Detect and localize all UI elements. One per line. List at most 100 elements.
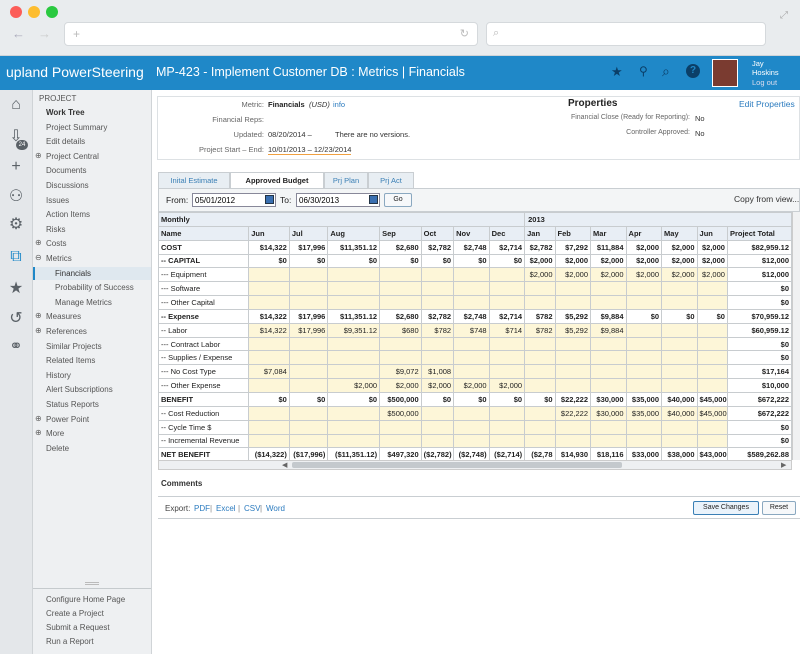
editable-cell[interactable]: $782 [420, 322, 455, 338]
editable-cell[interactable] [696, 378, 728, 393]
editable-cell[interactable] [420, 336, 455, 352]
editable-cell[interactable] [554, 281, 592, 297]
editable-cell[interactable] [248, 405, 290, 421]
editable-cell[interactable] [379, 433, 422, 449]
editable-cell[interactable] [420, 405, 455, 421]
editable-cell[interactable] [248, 350, 290, 366]
editable-cell[interactable]: $30,000 [590, 405, 627, 421]
sidebar-bottom-link[interactable]: Configure Home Page [46, 595, 125, 604]
calendar-icon[interactable] [369, 195, 378, 204]
editable-cell[interactable] [488, 267, 526, 283]
new-tab-plus-icon[interactable]: + [73, 27, 80, 41]
editable-cell[interactable] [453, 405, 490, 421]
editable-cell[interactable] [625, 378, 663, 393]
expand-plus-icon[interactable]: ⊕ [35, 238, 42, 247]
editable-cell[interactable]: $2,000 [327, 378, 381, 393]
sidebar-item[interactable]: Project Summary [46, 123, 107, 132]
editable-cell[interactable]: $5,292 [554, 322, 592, 338]
editable-cell[interactable] [420, 350, 455, 366]
editable-cell[interactable] [625, 322, 663, 338]
sidebar-item[interactable]: Delete [46, 444, 69, 453]
editable-cell[interactable]: $2,000 [625, 267, 663, 283]
avatar[interactable] [712, 59, 738, 87]
editable-cell[interactable]: $680 [379, 322, 422, 338]
scroll-left-icon[interactable]: ◀ [282, 461, 287, 469]
copy-from-view-link[interactable]: Copy from view... [734, 194, 799, 204]
editable-cell[interactable] [248, 419, 290, 435]
editable-cell[interactable] [248, 433, 290, 449]
editable-cell[interactable] [524, 433, 556, 449]
editable-cell[interactable] [248, 295, 290, 310]
sidebar-item[interactable]: Action Items [46, 210, 90, 219]
editable-cell[interactable] [288, 336, 329, 352]
sidebar-item[interactable]: Probability of Success [55, 283, 134, 292]
scrollbar-thumb[interactable] [292, 462, 622, 468]
editable-cell[interactable] [288, 433, 329, 449]
editable-cell[interactable] [488, 295, 526, 310]
editable-cell[interactable] [453, 281, 490, 297]
to-date-input[interactable] [296, 193, 380, 207]
editable-cell[interactable]: $9,351.12 [327, 322, 381, 338]
editable-cell[interactable]: $2,000 [453, 378, 490, 393]
sidebar-item[interactable]: Power Point [46, 415, 89, 424]
editable-cell[interactable]: $2,000 [488, 378, 526, 393]
editable-cell[interactable] [590, 295, 627, 310]
editable-cell[interactable] [327, 281, 381, 297]
editable-cell[interactable] [590, 350, 627, 366]
collapse-minus-icon[interactable]: ⊖ [35, 253, 42, 262]
editable-cell[interactable] [379, 350, 422, 366]
scroll-right-icon[interactable]: ▶ [781, 461, 786, 469]
export-pdf-link[interactable]: PDF [194, 504, 210, 513]
editable-cell[interactable] [554, 336, 592, 352]
editable-cell[interactable] [625, 336, 663, 352]
maximize-window-icon[interactable] [46, 6, 58, 18]
editable-cell[interactable] [453, 433, 490, 449]
editable-cell[interactable] [248, 336, 290, 352]
editable-cell[interactable] [661, 433, 698, 449]
grid-horizontal-scrollbar[interactable]: ◀ ▶ [158, 460, 792, 470]
editable-cell[interactable] [696, 433, 728, 449]
editable-cell[interactable] [488, 433, 526, 449]
editable-cell[interactable] [696, 336, 728, 352]
editable-cell[interactable] [379, 281, 422, 297]
expand-plus-icon[interactable]: ⊕ [35, 428, 42, 437]
minimize-window-icon[interactable] [28, 6, 40, 18]
editable-cell[interactable] [327, 433, 381, 449]
help-icon[interactable]: ? [686, 64, 700, 78]
home-icon[interactable]: ⌂ [5, 94, 27, 116]
reset-button[interactable]: Reset [762, 501, 796, 515]
editable-cell[interactable] [661, 350, 698, 366]
editable-cell[interactable] [554, 364, 592, 380]
editable-cell[interactable] [327, 295, 381, 310]
editable-cell[interactable] [379, 267, 422, 283]
editable-cell[interactable] [327, 350, 381, 366]
editable-cell[interactable] [327, 419, 381, 435]
sidebar-item[interactable]: Costs [46, 239, 66, 248]
tab-initial-estimate[interactable]: Inital Estimate [158, 172, 230, 188]
grid-vertical-scrollbar[interactable] [792, 212, 800, 460]
editable-cell[interactable]: $2,000 [590, 267, 627, 283]
editable-cell[interactable] [554, 350, 592, 366]
sidebar-item[interactable]: Risks [46, 225, 66, 234]
editable-cell[interactable] [248, 267, 290, 283]
editable-cell[interactable]: $9,884 [590, 322, 627, 338]
editable-cell[interactable]: $2,000 [696, 267, 728, 283]
sidebar-item[interactable]: Alert Subscriptions [46, 385, 113, 394]
editable-cell[interactable] [288, 281, 329, 297]
editable-cell[interactable] [420, 433, 455, 449]
editable-cell[interactable] [590, 378, 627, 393]
editable-cell[interactable] [327, 364, 381, 380]
editable-cell[interactable] [661, 419, 698, 435]
search-icon[interactable]: ⌕ [662, 63, 670, 80]
editable-cell[interactable] [288, 364, 329, 380]
star-icon[interactable]: ★ [5, 278, 27, 300]
editable-cell[interactable] [524, 295, 556, 310]
editable-cell[interactable] [625, 350, 663, 366]
editable-cell[interactable]: $40,000 [661, 405, 698, 421]
expand-plus-icon[interactable]: ⊕ [35, 326, 42, 335]
gear-icon[interactable]: ⚙ [5, 214, 27, 236]
expand-plus-icon[interactable]: ⊕ [35, 414, 42, 423]
tab-prj-act[interactable]: Prj Act [368, 172, 414, 188]
sidebar-item[interactable]: References [46, 327, 87, 336]
expand-plus-icon[interactable]: ⊕ [35, 311, 42, 320]
